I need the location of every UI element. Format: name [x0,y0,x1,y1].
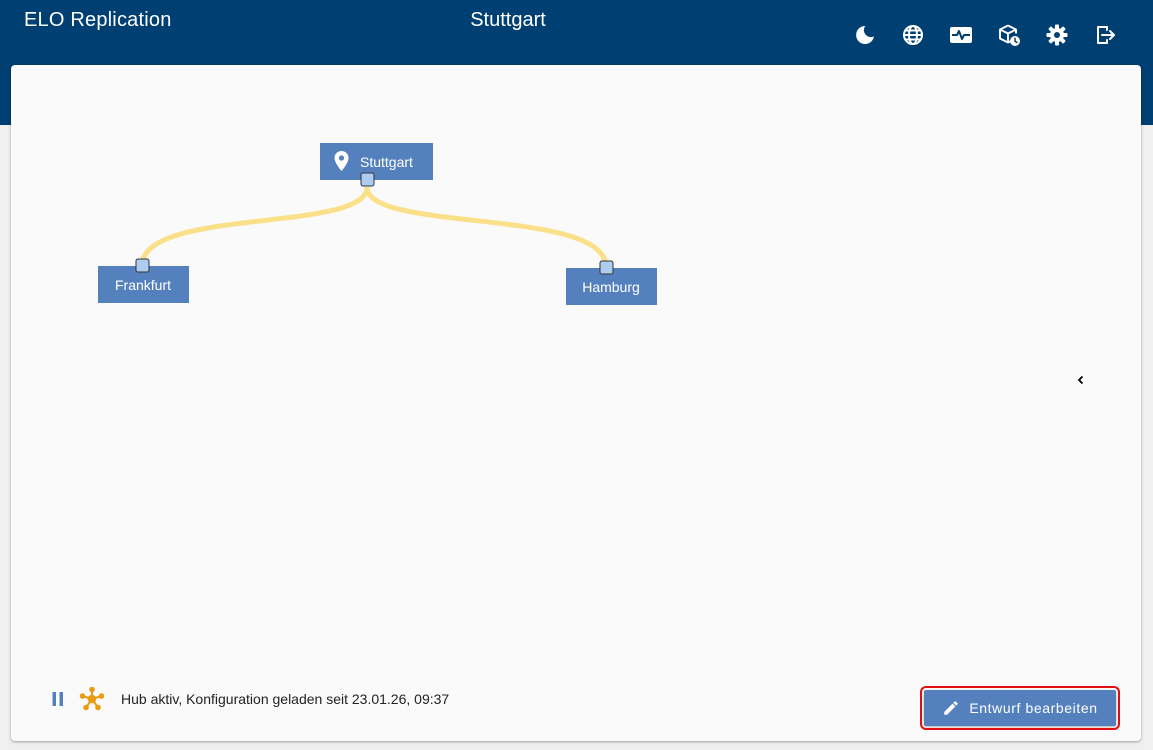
node-stuttgart[interactable]: Stuttgart [320,143,433,187]
edge-stuttgart-hamburg [364,186,609,268]
pause-button[interactable] [48,688,68,710]
topology-diagram: Stuttgart Frankfurt Hamburg [98,143,657,305]
node-port[interactable] [599,260,614,275]
edge-stuttgart-frankfurt [139,186,370,266]
logout-button[interactable] [1081,20,1129,50]
dark-mode-button[interactable] [841,20,889,50]
package-clock-icon [999,24,1020,46]
settings-button[interactable] [1033,20,1081,50]
gear-icon [1046,24,1068,46]
globe-icon [903,25,923,45]
heartbeat-icon [950,27,972,43]
side-panel-toggle[interactable] [1073,372,1089,388]
node-label-stuttgart: Stuttgart [360,154,413,170]
status-text: Hub aktiv, Konfiguration geladen seit 23… [121,691,450,707]
monitoring-button[interactable] [937,20,985,50]
moon-icon [856,25,874,44]
node-frankfurt[interactable]: Frankfurt [98,258,189,303]
node-port[interactable] [135,258,150,273]
node-hamburg[interactable]: Hamburg [566,260,657,305]
language-button[interactable] [889,20,937,50]
logout-icon [1097,26,1115,44]
node-label-hamburg: Hamburg [582,279,640,295]
edit-draft-button[interactable]: Entwurf bearbeiten [920,686,1120,730]
pencil-icon [944,701,959,715]
edit-draft-label: Entwurf bearbeiten [969,700,1098,716]
schedule-button[interactable] [985,20,1033,50]
pause-icon [52,692,63,706]
node-label-frankfurt: Frankfurt [115,277,171,293]
hub-icon [79,686,105,711]
topology-canvas: Stuttgart Frankfurt Hamburg Hub aktiv, K… [11,65,1141,741]
chevron-left-icon [1077,375,1084,385]
node-port[interactable] [360,172,375,187]
